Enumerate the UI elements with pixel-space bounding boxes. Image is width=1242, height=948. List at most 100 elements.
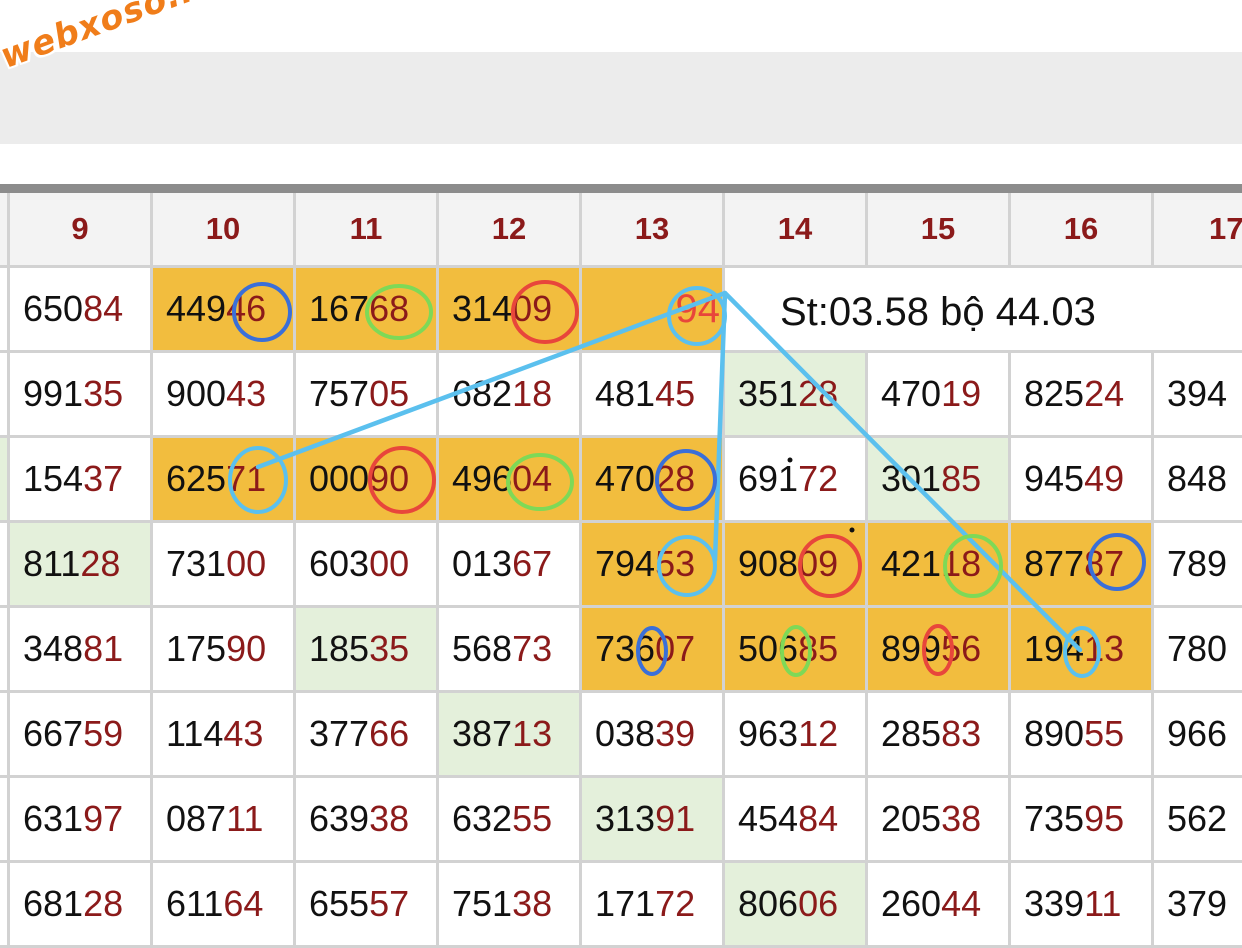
- result-cell: 806 06: [725, 863, 868, 948]
- result-cell: 682 18: [439, 353, 582, 438]
- result-cell: 114 43: [153, 693, 296, 778]
- number-head: 496: [452, 458, 513, 499]
- result-cell: 632 55: [439, 778, 582, 863]
- result-cell: 966: [1154, 693, 1242, 778]
- number-head: 682: [452, 373, 513, 414]
- number-tail: 18: [512, 373, 553, 414]
- number-head: 625: [166, 458, 227, 499]
- number-head: 900: [166, 373, 227, 414]
- number-head: 301: [881, 458, 942, 499]
- number-head: 185: [309, 628, 370, 669]
- number-head: 789: [1167, 543, 1228, 584]
- result-cell: 780: [1154, 608, 1242, 693]
- number-tail: 11: [1084, 883, 1122, 924]
- column-header[interactable]: 10: [153, 193, 296, 268]
- number-tail: 84: [83, 288, 124, 329]
- result-cell: 185 35: [296, 608, 439, 693]
- column-header[interactable]: 15: [868, 193, 1011, 268]
- number-head: 421: [881, 543, 942, 584]
- number-tail: 66: [369, 713, 410, 754]
- result-cell: 421 18: [868, 523, 1011, 608]
- column-header[interactable]: 17: [1154, 193, 1242, 268]
- table-cell-partial: [0, 268, 10, 353]
- number-head: 394: [1167, 373, 1228, 414]
- result-cell: 877 87: [1011, 523, 1154, 608]
- number-tail: 28: [798, 373, 839, 414]
- number-tail: 45: [655, 373, 696, 414]
- result-cell: 454 84: [725, 778, 868, 863]
- column-header-partial: [0, 193, 10, 268]
- result-cell: 562: [1154, 778, 1242, 863]
- table-cell-partial: [0, 608, 10, 693]
- number-head: 013: [452, 543, 513, 584]
- result-cell: 449 46: [153, 268, 296, 353]
- number-head: 899: [881, 628, 942, 669]
- result-cell: 945 49: [1011, 438, 1154, 523]
- result-cell: 175 90: [153, 608, 296, 693]
- table-cell-partial: [0, 778, 10, 863]
- number-head: 348: [23, 628, 84, 669]
- number-head: 811: [23, 543, 81, 584]
- number-tail: 09: [798, 543, 839, 584]
- number-tail: 18: [941, 543, 982, 584]
- number-head: 751: [452, 883, 513, 924]
- number-tail: 90: [226, 628, 267, 669]
- number-tail: 04: [512, 458, 553, 499]
- number-tail: 49: [1084, 458, 1125, 499]
- number-head: 735: [1024, 798, 1085, 839]
- result-cell: 908 09: [725, 523, 868, 608]
- result-cell: 000 90: [296, 438, 439, 523]
- result-cell: 568 73: [439, 608, 582, 693]
- number-head: 351: [738, 373, 799, 414]
- result-cell: 496 04: [439, 438, 582, 523]
- column-header[interactable]: 14: [725, 193, 868, 268]
- number-tail: 38: [512, 883, 553, 924]
- result-cell: 506 85: [725, 608, 868, 693]
- number-head: 731: [166, 543, 227, 584]
- number-head: 562: [1167, 798, 1228, 839]
- number-head: 114: [166, 713, 224, 754]
- number-tail: 00: [369, 543, 410, 584]
- number-head: 966: [1167, 713, 1228, 754]
- result-cell: 470 19: [868, 353, 1011, 438]
- column-header[interactable]: 9: [10, 193, 153, 268]
- number-tail: 67: [512, 543, 553, 584]
- result-cell: 167 68: [296, 268, 439, 353]
- result-cell: 013 67: [439, 523, 582, 608]
- number-head: 806: [738, 883, 799, 924]
- number-head: 691: [738, 458, 799, 499]
- result-cell: 667 59: [10, 693, 153, 778]
- number-head: 611: [166, 883, 224, 924]
- column-header[interactable]: 11: [296, 193, 439, 268]
- number-head: 945: [1024, 458, 1085, 499]
- column-header[interactable]: 16: [1011, 193, 1154, 268]
- result-cell: 171 72: [582, 863, 725, 948]
- number-tail: 72: [798, 458, 839, 499]
- result-cell: 387 13: [439, 693, 582, 778]
- number-head: 848: [1167, 458, 1228, 499]
- number-tail: 85: [798, 628, 839, 669]
- number-tail: 68: [369, 288, 410, 329]
- result-cell: 650 84: [10, 268, 153, 353]
- number-tail: 56: [941, 628, 982, 669]
- number-tail: 44: [941, 883, 982, 924]
- number-tail: 94: [675, 286, 721, 331]
- result-cell: 481 45: [582, 353, 725, 438]
- number-tail: 84: [798, 798, 839, 839]
- number-tail: 43: [226, 373, 267, 414]
- column-header[interactable]: 12: [439, 193, 582, 268]
- result-cell: 087 11: [153, 778, 296, 863]
- number-tail: 38: [941, 798, 982, 839]
- column-header[interactable]: 13: [582, 193, 725, 268]
- result-cell: 260 44: [868, 863, 1011, 948]
- number-head: 631: [23, 798, 84, 839]
- table-cell-partial: [0, 353, 10, 438]
- number-head: 736: [595, 628, 656, 669]
- number-tail: 83: [941, 713, 982, 754]
- table-cell-partial: [0, 863, 10, 948]
- number-head: 087: [166, 798, 227, 839]
- result-cell: 691 72: [725, 438, 868, 523]
- number-head: 780: [1167, 628, 1228, 669]
- result-cell: 611 64: [153, 863, 296, 948]
- number-tail: 13: [512, 713, 553, 754]
